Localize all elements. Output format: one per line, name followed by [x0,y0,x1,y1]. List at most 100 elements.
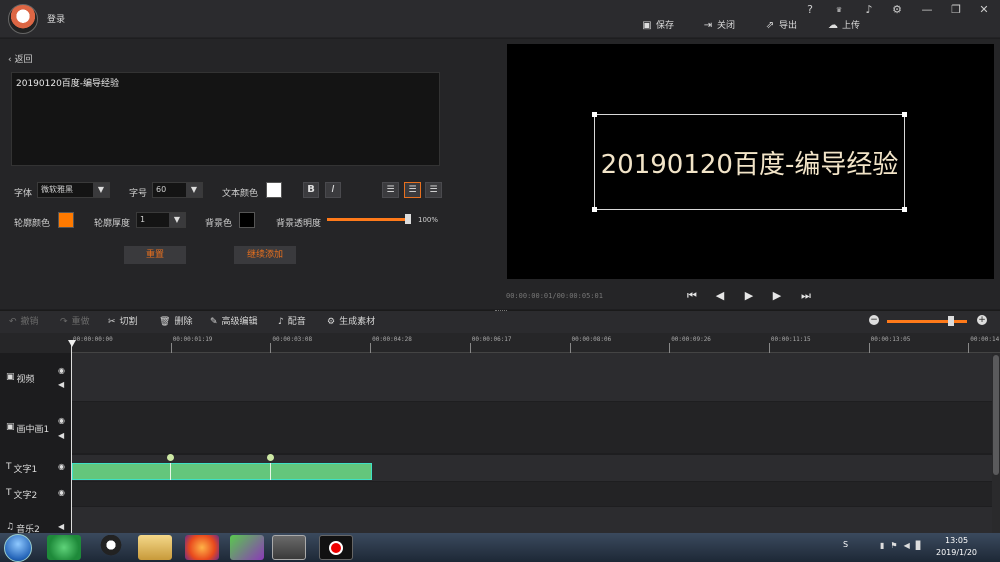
close-doc-button[interactable]: ⇥ 关闭 [703,19,735,33]
zoom-slider[interactable] [887,320,967,323]
align-right-button[interactable]: ☰ [425,182,442,198]
skip-end-icon[interactable]: ⏭ [799,289,813,303]
align-left-button[interactable]: ☰ [382,182,399,198]
next-frame-icon[interactable]: ▶ [770,289,784,303]
clip-marker [170,463,171,480]
speaker-icon[interactable]: ◀ [58,380,64,389]
prev-frame-icon[interactable]: ◀ [713,289,727,303]
text-color-label: 文本颜色 [222,189,259,199]
italic-button[interactable]: I [325,182,341,198]
eye-icon[interactable]: ◉ [58,488,65,497]
text-color-swatch[interactable] [266,182,282,198]
font-select[interactable]: 微软雅黑 ▼ [37,182,110,198]
dub-button[interactable]: ♪ 配音 [278,315,306,329]
slider-fill [327,218,409,221]
keyframe-handle[interactable] [267,454,274,461]
bell-icon[interactable]: ♪ [860,3,878,17]
eye-icon[interactable]: ◉ [58,366,65,375]
scrollbar-thumb[interactable] [993,355,999,475]
recorder-taskbar-button[interactable] [319,535,353,560]
playhead-handle[interactable] [68,340,76,347]
bg-opacity-slider[interactable] [327,218,409,221]
bg-opacity-slider-handle[interactable] [405,214,411,224]
track-pip1[interactable] [71,402,992,453]
media-player-icon[interactable] [230,535,264,560]
ruler-tick [469,343,471,353]
export-button[interactable]: ⇗ 导出 [765,19,797,33]
outline-color-label: 轮廓颜色 [14,219,51,229]
zoom-in-icon[interactable]: + [977,315,987,325]
text-clip[interactable] [72,463,372,480]
track-text2[interactable] [71,482,992,506]
bold-button[interactable]: B [303,182,319,198]
firefox-icon[interactable] [185,535,219,560]
track-music2[interactable] [71,507,992,533]
skip-start-icon[interactable]: ⏮ [685,289,699,303]
resize-handle[interactable] [902,112,907,117]
text-input[interactable]: 20190120百度-编导经验 [11,72,440,166]
eye-icon[interactable]: ◉ [58,416,65,425]
speaker-icon[interactable]: ◀ [58,522,64,531]
pip-icon: ▣ [6,422,15,432]
resize-handle[interactable] [902,207,907,212]
taskbar-app-icon[interactable] [47,535,81,560]
restore-icon[interactable]: ❐ [947,3,965,17]
ruler-tick-label: 00:00:01:19 [172,336,213,343]
gear-icon[interactable]: ⚙ [888,3,906,17]
file-explorer-icon[interactable] [138,535,172,560]
back-button[interactable]: ‹ 返回 [8,52,33,65]
eye-icon[interactable]: ◉ [58,462,65,471]
bg-color-swatch[interactable] [239,212,255,228]
text-t-icon: T [6,488,12,498]
record-icon [329,541,343,555]
microphone-icon: ♪ [278,317,284,327]
track-video[interactable] [71,353,992,401]
advanced-edit-button[interactable]: ✎ 高级编辑 [210,315,258,329]
zoom-out-icon[interactable]: − [869,315,879,325]
resize-handle[interactable] [592,207,597,212]
qq-icon[interactable] [94,535,128,560]
minimize-icon[interactable]: — [918,3,936,17]
system-clock[interactable]: 13:05 2019/1/20 [936,535,977,559]
generate-material-button[interactable]: ⚙ 生成素材 [327,315,375,329]
cut-button[interactable]: ✂ 切割 [108,315,138,329]
close-icon[interactable]: ✕ [975,3,993,17]
continue-add-button[interactable]: 继续添加 [234,246,296,264]
help-icon[interactable]: ? [801,3,819,17]
tray-icons[interactable]: ▮⚑◀▊ [880,541,928,550]
size-select[interactable]: 60 ▼ [152,182,203,198]
splitter-handle[interactable] [495,310,507,312]
outline-color-swatch[interactable] [58,212,74,228]
vip-icon[interactable]: ♛ [830,3,848,17]
outline-width-select[interactable]: 1 ▼ [136,212,186,228]
editor-toolbar [0,310,1000,333]
ruler-tick-label: 00:00:08:06 [571,336,612,343]
chevron-left-icon: ‹ [8,55,12,65]
undo-button[interactable]: ↶ 撤销 [9,315,39,329]
redo-button[interactable]: ↷ 重做 [60,315,90,329]
reset-button[interactable]: 重置 [124,246,186,264]
playhead[interactable] [71,340,72,533]
close-doc-icon: ⇥ [703,20,713,31]
play-icon[interactable]: ▶ [742,289,756,303]
delete-button[interactable]: 🗑 删除 [159,315,192,329]
chevron-down-icon: ▼ [93,183,109,197]
upload-button[interactable]: ☁ 上传 [828,19,860,33]
pencil-icon: ✎ [210,317,218,327]
login-link[interactable]: 登录 [47,12,65,25]
save-button[interactable]: ▣ 保存 [642,19,674,33]
keyframe-handle[interactable] [167,454,174,461]
ruler-tick [270,343,272,353]
video-editor-icon[interactable] [272,535,306,560]
speaker-icon[interactable]: ◀ [58,431,64,440]
resize-handle[interactable] [592,112,597,117]
ruler-tick-label: 00:00:09:26 [671,336,711,343]
redo-icon: ↷ [60,317,68,327]
zoom-slider-handle[interactable] [948,316,954,326]
ruler-tick-label: 00:00:14: [970,336,1000,343]
app-logo-icon[interactable] [8,4,38,34]
input-method-icon[interactable]: S [843,540,848,549]
ruler-tick-label: 00:00:06:17 [471,336,512,343]
start-button-icon[interactable] [4,534,32,562]
align-center-button[interactable]: ☰ [404,182,421,198]
